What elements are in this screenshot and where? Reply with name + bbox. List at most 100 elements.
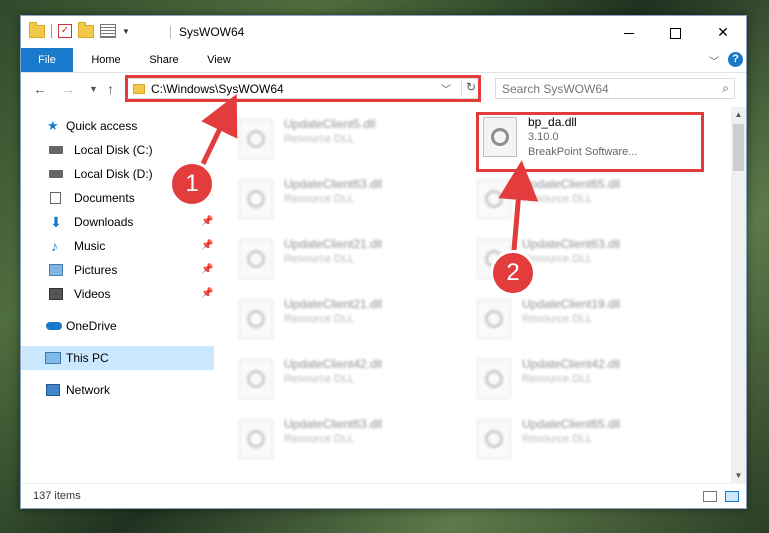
search-placeholder: Search SysWOW64: [502, 82, 609, 96]
step-badge-1: 1: [169, 161, 215, 207]
sidebar-item-label: Videos: [74, 287, 111, 301]
tiles-view-icon[interactable]: [725, 491, 739, 502]
tab-file[interactable]: File: [21, 48, 73, 72]
file-name: UpdateClient63.dll: [284, 177, 383, 191]
recent-locations-chevron-icon[interactable]: ▼: [89, 84, 98, 94]
list-item[interactable]: UpdateClient19.dll Resource DLL: [473, 293, 703, 345]
sidebar-item-local-disk-c[interactable]: Local Disk (C:): [21, 138, 214, 162]
list-item[interactable]: UpdateClient65.dll Resource DLL: [473, 413, 703, 465]
file-name: UpdateClient65.dll: [522, 417, 621, 431]
list-item[interactable]: UpdateClient42.dll Resource DLL: [235, 353, 465, 405]
tab-share[interactable]: Share: [143, 48, 185, 72]
customize-toolbar-dropdown[interactable]: ▼: [122, 27, 130, 36]
download-icon: ⬇: [50, 214, 62, 230]
gear-icon: [485, 310, 503, 328]
back-arrow-icon[interactable]: ←: [33, 81, 47, 97]
search-icon[interactable]: ⌕: [722, 81, 729, 96]
pin-icon[interactable]: 📌: [201, 282, 213, 306]
sidebar-item-quick-access[interactable]: ★ Quick access: [21, 114, 214, 138]
list-item[interactable]: UpdateClient63.dll Resource DLL: [235, 413, 465, 465]
gear-icon: [247, 190, 265, 208]
status-bar: 137 items: [21, 483, 746, 509]
dll-file-icon: [239, 419, 273, 459]
tab-home[interactable]: Home: [85, 48, 127, 72]
file-type: Resource DLL: [522, 193, 593, 205]
list-item[interactable]: UpdateClient21.dll Resource DLL: [235, 293, 465, 345]
file-highlight-box: [476, 112, 704, 172]
file-type: Resource DLL: [284, 433, 355, 445]
list-item[interactable]: UpdateClient65.dll Resource DLL: [473, 173, 703, 225]
help-icon[interactable]: ?: [728, 52, 743, 67]
network-icon: [46, 384, 60, 396]
file-type: Resource DLL: [284, 133, 355, 145]
list-item[interactable]: UpdateClient21.dll Resource DLL: [235, 233, 465, 285]
documents-icon: [50, 192, 61, 204]
sidebar-item-pictures[interactable]: Pictures 📌: [21, 258, 214, 282]
title-divider: [170, 26, 171, 39]
sidebar-item-network[interactable]: Network: [21, 378, 214, 402]
dll-file-icon: [239, 239, 273, 279]
list-item[interactable]: UpdateClient42.dll Resource DLL: [473, 353, 703, 405]
file-type: Resource DLL: [522, 433, 593, 445]
file-name: UpdateClient21.dll: [284, 237, 383, 251]
sidebar-item-label: Pictures: [74, 263, 118, 277]
file-name: UpdateClient21.dll: [284, 297, 383, 311]
step-badge-2: 2: [490, 250, 536, 296]
scroll-thumb[interactable]: [733, 124, 744, 171]
file-name: UpdateClient42.dll: [522, 357, 621, 371]
dll-file-icon: [477, 179, 511, 219]
sidebar-item-downloads[interactable]: ⬇ Downloads 📌: [21, 210, 214, 234]
sidebar-item-this-pc[interactable]: This PC: [21, 346, 214, 370]
sidebar-item-videos[interactable]: Videos 📌: [21, 282, 214, 306]
ribbon: File Home Share View ﹀ ?: [21, 48, 746, 73]
window-title: SysWOW64: [179, 25, 245, 39]
pin-icon[interactable]: 📌: [201, 234, 213, 258]
videos-icon: [49, 288, 63, 300]
search-input[interactable]: Search SysWOW64 ⌕: [495, 78, 735, 99]
expand-ribbon-chevron-icon[interactable]: ﹀: [709, 53, 719, 68]
up-arrow-icon[interactable]: ↑: [107, 81, 114, 97]
address-highlight-box: [125, 75, 481, 102]
scroll-down-icon[interactable]: ▼: [731, 468, 746, 483]
computer-icon: [45, 352, 61, 364]
minimize-button[interactable]: [606, 16, 652, 48]
properties-check-icon[interactable]: ✓: [58, 24, 72, 38]
list-item[interactable]: UpdateClient5.dll Resource DLL: [235, 113, 465, 165]
toolbar-separator: [51, 24, 52, 38]
tab-view[interactable]: View: [201, 48, 237, 72]
cloud-icon: [46, 322, 62, 330]
vertical-scrollbar[interactable]: ▲ ▼: [731, 107, 746, 483]
file-name: UpdateClient5.dll: [284, 117, 376, 131]
sidebar-item-onedrive[interactable]: OneDrive: [21, 314, 214, 338]
gear-icon: [247, 430, 265, 448]
item-count: 137 items: [33, 490, 81, 502]
pictures-icon: [49, 264, 63, 276]
pin-icon[interactable]: 📌: [201, 258, 213, 282]
sidebar-item-label: Downloads: [74, 215, 134, 229]
file-type: Resource DLL: [522, 313, 593, 325]
sidebar-item-music[interactable]: ♪ Music 📌: [21, 234, 214, 258]
gear-icon: [247, 250, 265, 268]
maximize-button[interactable]: [652, 16, 698, 48]
close-button[interactable]: ✕: [700, 16, 746, 48]
forward-arrow-icon[interactable]: →: [61, 81, 75, 97]
gear-icon: [247, 310, 265, 328]
folder-icon: [29, 21, 45, 38]
list-item[interactable]: UpdateClient63.dll Resource DLL: [235, 173, 465, 225]
details-view-icon[interactable]: [703, 491, 717, 502]
gear-icon: [247, 130, 265, 148]
file-type: Resource DLL: [522, 373, 593, 385]
dll-file-icon: [239, 359, 273, 399]
scroll-up-icon[interactable]: ▲: [731, 107, 746, 122]
disk-icon: [49, 146, 63, 154]
new-folder-icon[interactable]: [78, 21, 94, 38]
sidebar-item-label: Local Disk (D:): [74, 167, 153, 181]
gear-icon: [247, 370, 265, 388]
pin-icon[interactable]: 📌: [201, 210, 213, 234]
minimize-icon: [624, 32, 634, 34]
file-name: UpdateClient19.dll: [522, 297, 621, 311]
properties-list-icon[interactable]: [100, 24, 116, 38]
file-name: UpdateClient65.dll: [522, 177, 621, 191]
dll-file-icon: [477, 419, 511, 459]
sidebar-item-label: Quick access: [66, 119, 138, 133]
